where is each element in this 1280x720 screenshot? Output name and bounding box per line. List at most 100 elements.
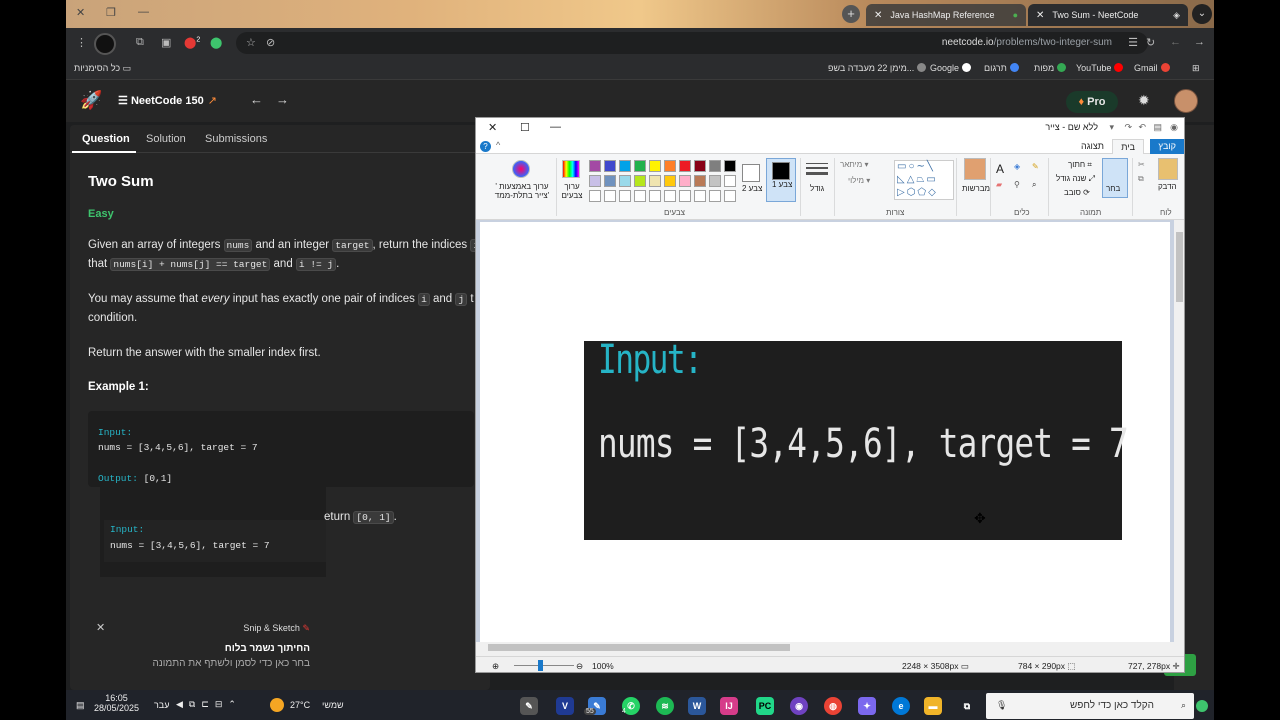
bookmark-item[interactable]: Gmail [1134,63,1170,73]
collapse-ribbon-icon[interactable]: ^ [496,140,500,150]
palette-swatch[interactable] [724,160,736,172]
tab-question[interactable]: Question [82,133,130,145]
palette-swatch-empty[interactable] [589,190,601,202]
qat-dropdown-icon[interactable]: ▾ [1109,122,1114,133]
palette-swatch-empty[interactable] [664,190,676,202]
menu-dots-icon[interactable]: ⋮ [76,36,87,49]
profile-avatar[interactable] [94,33,116,55]
edge-icon[interactable]: e [892,697,910,715]
tab-two-sum[interactable]: ✕ Two Sum - NeetCode ◈ [1028,4,1188,26]
color-picker-icon[interactable]: ⚲ [1014,180,1020,189]
palette-swatch[interactable] [679,160,691,172]
taskbar-search-input[interactable]: הקלד כאן כדי לחפש ⌕ 🎙 [986,693,1194,719]
outline-button[interactable]: מיתאר ▾ [840,160,869,169]
palette-swatch[interactable] [649,160,661,172]
pencil-tool-icon[interactable]: ✎ [1032,162,1039,171]
copilot-icon[interactable]: ✦ [858,697,876,715]
start-button[interactable] [1196,700,1208,712]
palette-swatch-empty[interactable] [604,190,616,202]
palette-swatch-empty[interactable] [679,190,691,202]
palette-swatch[interactable] [709,175,721,187]
rocket-logo-icon[interactable]: 🚀 [80,90,102,111]
size-icon[interactable] [806,160,828,178]
nav-title[interactable]: ☰ NeetCode 150 ↗ [118,94,217,107]
redo-icon[interactable]: ↷ [1124,122,1132,133]
all-bookmarks[interactable]: כל הסימניות ▭ [74,63,131,74]
tab-solution[interactable]: Solution [146,133,186,145]
apps-grid-icon[interactable]: ⊞ [1192,63,1200,74]
palette-swatch[interactable] [589,175,601,187]
paint-taskbar-icon[interactable]: ✎ [520,697,538,715]
copy-icon[interactable]: ⧉ [1138,174,1144,184]
hscroll-thumb[interactable] [488,644,790,651]
bookmark-item[interactable]: מפות [1034,63,1067,73]
zoom-slider-knob[interactable] [538,660,543,671]
minimize-icon[interactable]: — [550,121,561,133]
maximize-window-icon[interactable]: ❐ [106,6,116,19]
zoom-slider[interactable] [514,665,574,666]
avatar[interactable] [1174,89,1198,113]
zoom-out-icon[interactable]: ⊖ [576,661,583,672]
palette-swatch-empty[interactable] [709,190,721,202]
tab-view[interactable]: תצוגה [1073,139,1112,154]
color2-swatch[interactable] [742,164,760,182]
paint3d-icon[interactable] [512,160,530,178]
palette-swatch[interactable] [619,175,631,187]
bookmark-item[interactable]: מימן 22 מעבדה בשפ... [828,63,927,73]
vivado-icon[interactable]: V [556,697,574,715]
mic-icon[interactable]: 🎙 [996,700,1007,711]
back-icon[interactable]: → [1194,36,1205,48]
magnifier-icon[interactable]: ⌕ [1032,180,1036,190]
prev-problem-arrow-icon[interactable]: ← [250,92,263,107]
palette-swatch[interactable] [604,175,616,187]
palette-swatch[interactable] [664,160,676,172]
file-explorer-icon[interactable]: ▬ [924,697,942,715]
address-bar[interactable]: ☆ ⊘ neetcode.io/problems/two-integer-sum… [236,32,1148,54]
palette-swatch-empty[interactable] [634,190,646,202]
zoom-in-icon[interactable]: ⊕ [492,661,499,672]
app-icon[interactable]: ◉ [790,697,808,715]
palette-swatch-empty[interactable] [724,190,736,202]
help-icon[interactable]: ? [480,141,491,152]
palette-swatch[interactable] [634,160,646,172]
weather-temp[interactable]: 27°C [290,700,310,710]
palette-swatch[interactable] [724,175,736,187]
paste-icon[interactable] [1158,158,1178,180]
tab-search-button[interactable]: ⌄ [1192,4,1212,24]
extension-icon[interactable]: ▣ [161,36,171,49]
shapes-row[interactable]: ◺△⏢▭ [897,174,938,185]
palette-swatch-empty[interactable] [694,190,706,202]
word-icon[interactable]: W [688,697,706,715]
minimize-window-icon[interactable]: — [138,6,149,18]
pasted-selection[interactable]: Input: nums = [3,4,5,6], target = 7 [584,337,1129,540]
close-window-icon[interactable]: ✕ [76,6,85,19]
pycharm-icon[interactable]: PC [756,697,774,715]
settings-gear-icon[interactable]: ✹ [1138,92,1150,109]
palette-swatch[interactable] [589,160,601,172]
palette-swatch[interactable] [619,160,631,172]
weather-sun-icon[interactable] [270,698,284,712]
text-tool-icon[interactable]: A [996,162,1004,176]
crop-button[interactable]: חתוך ⌗ [1068,160,1092,170]
bookmark-item[interactable]: Google [930,63,972,73]
palette-swatch[interactable] [604,160,616,172]
shapes-row[interactable]: ▭○∼╲ [897,161,935,172]
language-indicator[interactable]: עבר [154,700,169,710]
spotify-icon[interactable]: ≋ [656,697,674,715]
site-info-icon[interactable]: ☰ [1128,36,1138,49]
save-icon[interactable]: ▤ [1153,122,1162,133]
palette-swatch[interactable] [649,175,661,187]
palette-swatch[interactable] [694,160,706,172]
undo-icon[interactable]: ↶ [1138,122,1146,133]
maximize-icon[interactable]: ☐ [520,121,530,134]
notifications-icon[interactable]: ▤ [76,700,85,711]
close-toast-icon[interactable]: ✕ [96,621,105,634]
tab-home[interactable]: בית [1112,139,1144,154]
tab-submissions[interactable]: Submissions [205,133,267,145]
palette-swatch[interactable] [709,160,721,172]
snip-sketch-toast[interactable]: ✕ Snip & Sketch ✎ החיתוך נשמר בלוח בחר כ… [88,613,324,671]
new-tab-button[interactable]: + [842,5,860,23]
extensions-icon[interactable]: ⧉ [136,36,144,49]
palette-swatch-empty[interactable] [649,190,661,202]
tab-file[interactable]: קובץ [1150,139,1184,154]
